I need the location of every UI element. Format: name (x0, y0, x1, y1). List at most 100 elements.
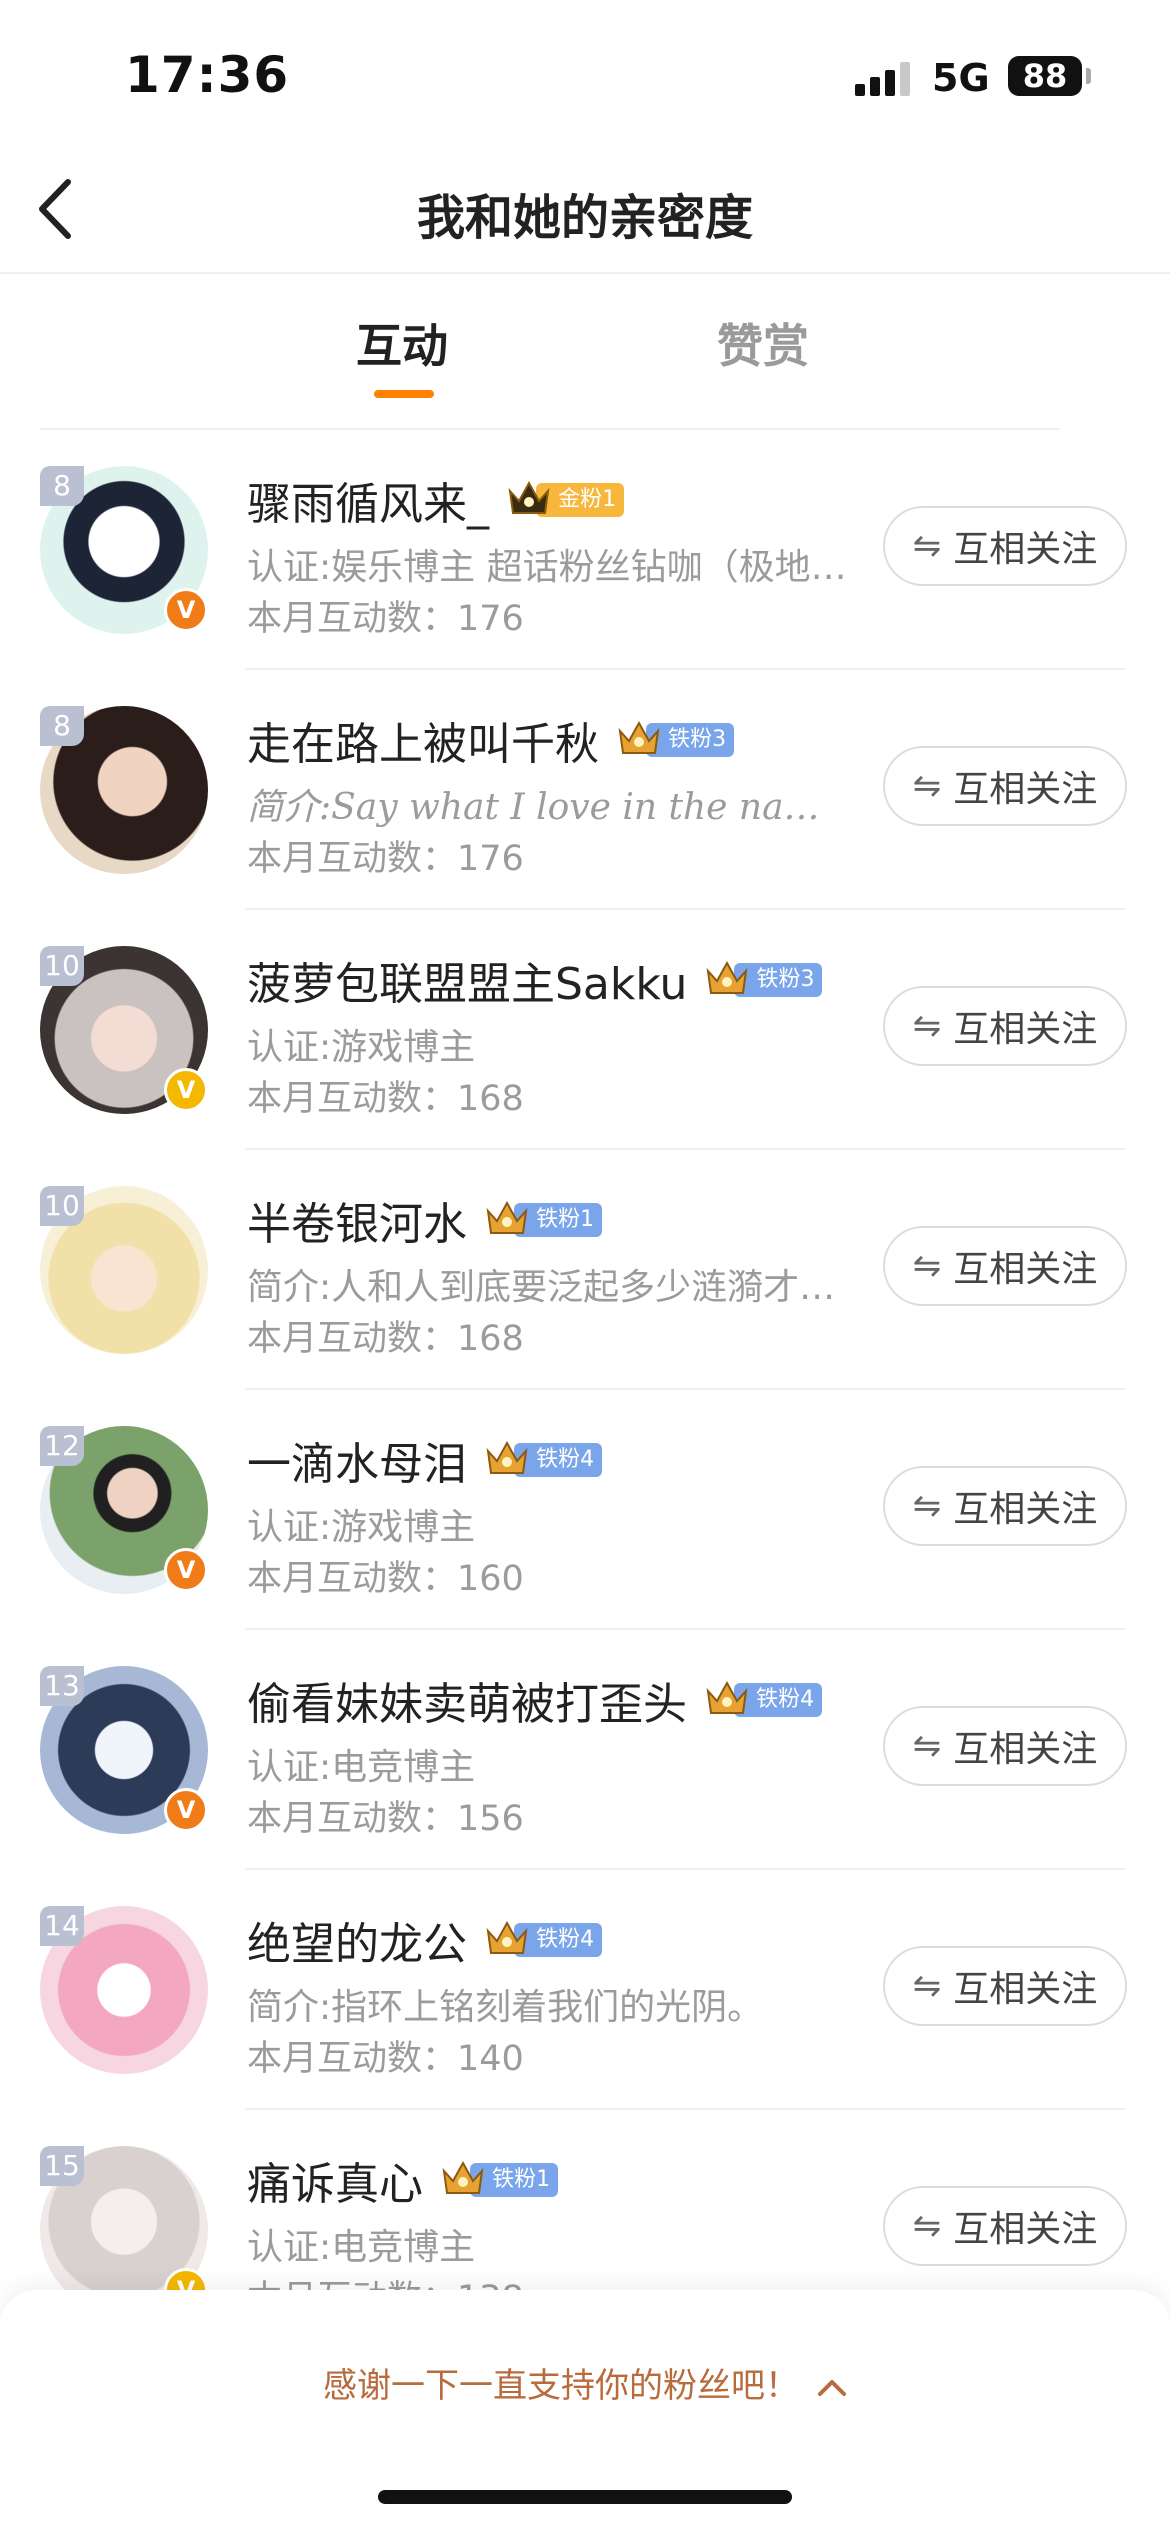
user-name[interactable]: 一滴水母泪 (247, 1439, 467, 1490)
list-item[interactable]: 10 V 菠萝包联盟盟主Sakku 铁粉3 认证:游戏博主 本月互动数：168 … (0, 910, 1170, 1150)
swap-arrows-icon: ⇋ (912, 1486, 942, 1526)
crown-icon (486, 1920, 528, 1954)
swap-arrows-icon: ⇋ (912, 526, 942, 566)
rank-badge: 10 (40, 1186, 84, 1226)
crown-icon (486, 1200, 528, 1234)
user-name[interactable]: 走在路上被叫千秋 (247, 719, 599, 770)
mutual-follow-button[interactable]: ⇋ 互相关注 (883, 1466, 1127, 1546)
tab-reward[interactable]: 赞赏 (717, 310, 809, 376)
verified-badge-icon: V (164, 1548, 208, 1592)
follow-label: 互相关注 (953, 769, 1098, 810)
status-time: 17:36 (125, 46, 290, 104)
nav-header: 我和她的亲密度 (0, 150, 1170, 274)
list-item[interactable]: 14 绝望的龙公 铁粉4 简介:指环上铭刻着我们的光阴。 本月互动数：140 ⇋… (0, 1870, 1170, 2110)
mutual-follow-button[interactable]: ⇋ 互相关注 (883, 2186, 1127, 2266)
fan-level-badge: 铁粉1 (440, 2160, 559, 2199)
verified-badge-icon: V (164, 588, 208, 632)
follow-label: 互相关注 (953, 2209, 1098, 2250)
avatar-wrap[interactable]: 14 (40, 1906, 210, 2076)
network-type: 5G (932, 56, 990, 100)
mutual-follow-button[interactable]: ⇋ 互相关注 (883, 1226, 1127, 1306)
name-line: 痛诉真心 铁粉1 (247, 2148, 559, 2210)
fan-level-badge: 金粉1 (506, 480, 625, 519)
list-item[interactable]: 8 V 骤雨循风来_ 金粉1 认证:娱乐博主 超话粉丝钻咖（极地… 本月互动数：… (0, 430, 1170, 670)
user-description: 认证:娱乐博主 超话粉丝钻咖（极地… (247, 547, 847, 588)
verified-badge-icon: V (164, 1068, 208, 1112)
interaction-count: 本月互动数：140 (247, 2039, 524, 2079)
avatar-wrap[interactable]: 13 V (40, 1666, 210, 1836)
follow-label: 互相关注 (953, 1729, 1098, 1770)
rank-badge: 14 (40, 1906, 84, 1946)
user-name[interactable]: 偷看妹妹卖萌被打歪头 (247, 1679, 687, 1730)
rank-badge: 10 (40, 946, 84, 986)
interaction-count: 本月互动数：176 (247, 599, 524, 639)
user-name[interactable]: 菠萝包联盟盟主Sakku (247, 959, 687, 1010)
thanks-prompt[interactable]: 感谢一下一直支持你的粉丝吧！ (0, 2358, 1170, 2407)
mutual-follow-button[interactable]: ⇋ 互相关注 (883, 1946, 1127, 2026)
fan-level-badge: 铁粉3 (704, 960, 823, 999)
status-bar: 17:36 5G 88 (0, 0, 1170, 150)
crown-icon (486, 1440, 528, 1474)
crown-icon (706, 1680, 748, 1714)
battery-tip (1086, 68, 1091, 84)
fan-level-badge: 铁粉3 (616, 720, 735, 759)
swap-arrows-icon: ⇋ (912, 766, 942, 806)
follow-label: 互相关注 (953, 1489, 1098, 1530)
rank-badge: 8 (40, 466, 84, 506)
avatar-wrap[interactable]: 10 V (40, 946, 210, 1116)
name-line: 菠萝包联盟盟主Sakku 铁粉3 (247, 948, 823, 1010)
avatar-wrap[interactable]: 12 V (40, 1426, 210, 1596)
avatar-wrap[interactable]: 8 (40, 706, 210, 876)
user-description: 简介:Say what I love in the na… (247, 787, 820, 828)
name-line: 绝望的龙公 铁粉4 (247, 1908, 603, 1970)
thanks-text: 感谢一下一直支持你的粉丝吧！ (323, 2366, 799, 2406)
user-name[interactable]: 绝望的龙公 (247, 1919, 467, 1970)
user-description: 简介:人和人到底要泛起多少涟漪才… (247, 1267, 836, 1308)
crown-icon (508, 480, 550, 514)
rank-badge: 12 (40, 1426, 84, 1466)
fan-level-badge: 铁粉4 (704, 1680, 823, 1719)
name-line: 走在路上被叫千秋 铁粉3 (247, 708, 735, 770)
swap-arrows-icon: ⇋ (912, 1966, 942, 2006)
follow-label: 互相关注 (953, 1009, 1098, 1050)
user-description: 简介:指环上铭刻着我们的光阴。 (247, 1987, 764, 2028)
rank-badge: 8 (40, 706, 84, 746)
crown-icon (707, 960, 748, 994)
user-name[interactable]: 痛诉真心 (247, 2159, 423, 2210)
fan-level-badge: 铁粉1 (484, 1200, 603, 1239)
interaction-count: 本月互动数：176 (247, 839, 524, 879)
list-item[interactable]: 8 走在路上被叫千秋 铁粉3 简介:Say what I love in the… (0, 670, 1170, 910)
user-description: 认证:电竞博主 (247, 2227, 476, 2268)
verified-badge-icon: V (164, 1788, 208, 1832)
rank-badge: 13 (40, 1666, 84, 1706)
mutual-follow-button[interactable]: ⇋ 互相关注 (883, 986, 1127, 1066)
page-title: 我和她的亲密度 (416, 190, 753, 246)
avatar-wrap[interactable]: 10 (40, 1186, 210, 1356)
name-line: 一滴水母泪 铁粉4 (247, 1428, 603, 1490)
mutual-follow-button[interactable]: ⇋ 互相关注 (883, 746, 1127, 826)
mutual-follow-button[interactable]: ⇋ 互相关注 (883, 506, 1127, 586)
signal-icon (855, 62, 915, 96)
tab-interaction[interactable]: 互动 (356, 310, 448, 376)
fan-level-badge: 铁粉4 (484, 1440, 603, 1479)
name-line: 半卷银河水 铁粉1 (247, 1188, 603, 1250)
interaction-count: 本月互动数：156 (247, 1799, 524, 1839)
user-description: 认证:游戏博主 (247, 1027, 476, 1068)
battery-icon: 88 (1008, 56, 1082, 96)
follow-label: 互相关注 (953, 529, 1098, 570)
user-name[interactable]: 半卷银河水 (247, 1199, 467, 1250)
name-line: 偷看妹妹卖萌被打歪头 铁粉4 (247, 1668, 823, 1730)
mutual-follow-button[interactable]: ⇋ 互相关注 (883, 1706, 1127, 1786)
chevron-up-icon (817, 2366, 847, 2406)
list-item[interactable]: 13 V 偷看妹妹卖萌被打歪头 铁粉4 认证:电竞博主 本月互动数：156 ⇋ … (0, 1630, 1170, 1870)
list-item[interactable]: 12 V 一滴水母泪 铁粉4 认证:游戏博主 本月互动数：160 ⇋ 互相关注 (0, 1390, 1170, 1630)
follow-label: 互相关注 (953, 1969, 1098, 2010)
interaction-count: 本月互动数：168 (247, 1079, 524, 1119)
crown-icon (442, 2160, 484, 2194)
avatar-wrap[interactable]: 8 V (40, 466, 210, 636)
swap-arrows-icon: ⇋ (912, 1246, 942, 1286)
user-description: 认证:电竞博主 (247, 1747, 476, 1788)
list-item[interactable]: 10 半卷银河水 铁粉1 简介:人和人到底要泛起多少涟漪才… 本月互动数：168… (0, 1150, 1170, 1390)
swap-arrows-icon: ⇋ (912, 1006, 942, 1046)
user-name[interactable]: 骤雨循风来_ (247, 479, 489, 530)
